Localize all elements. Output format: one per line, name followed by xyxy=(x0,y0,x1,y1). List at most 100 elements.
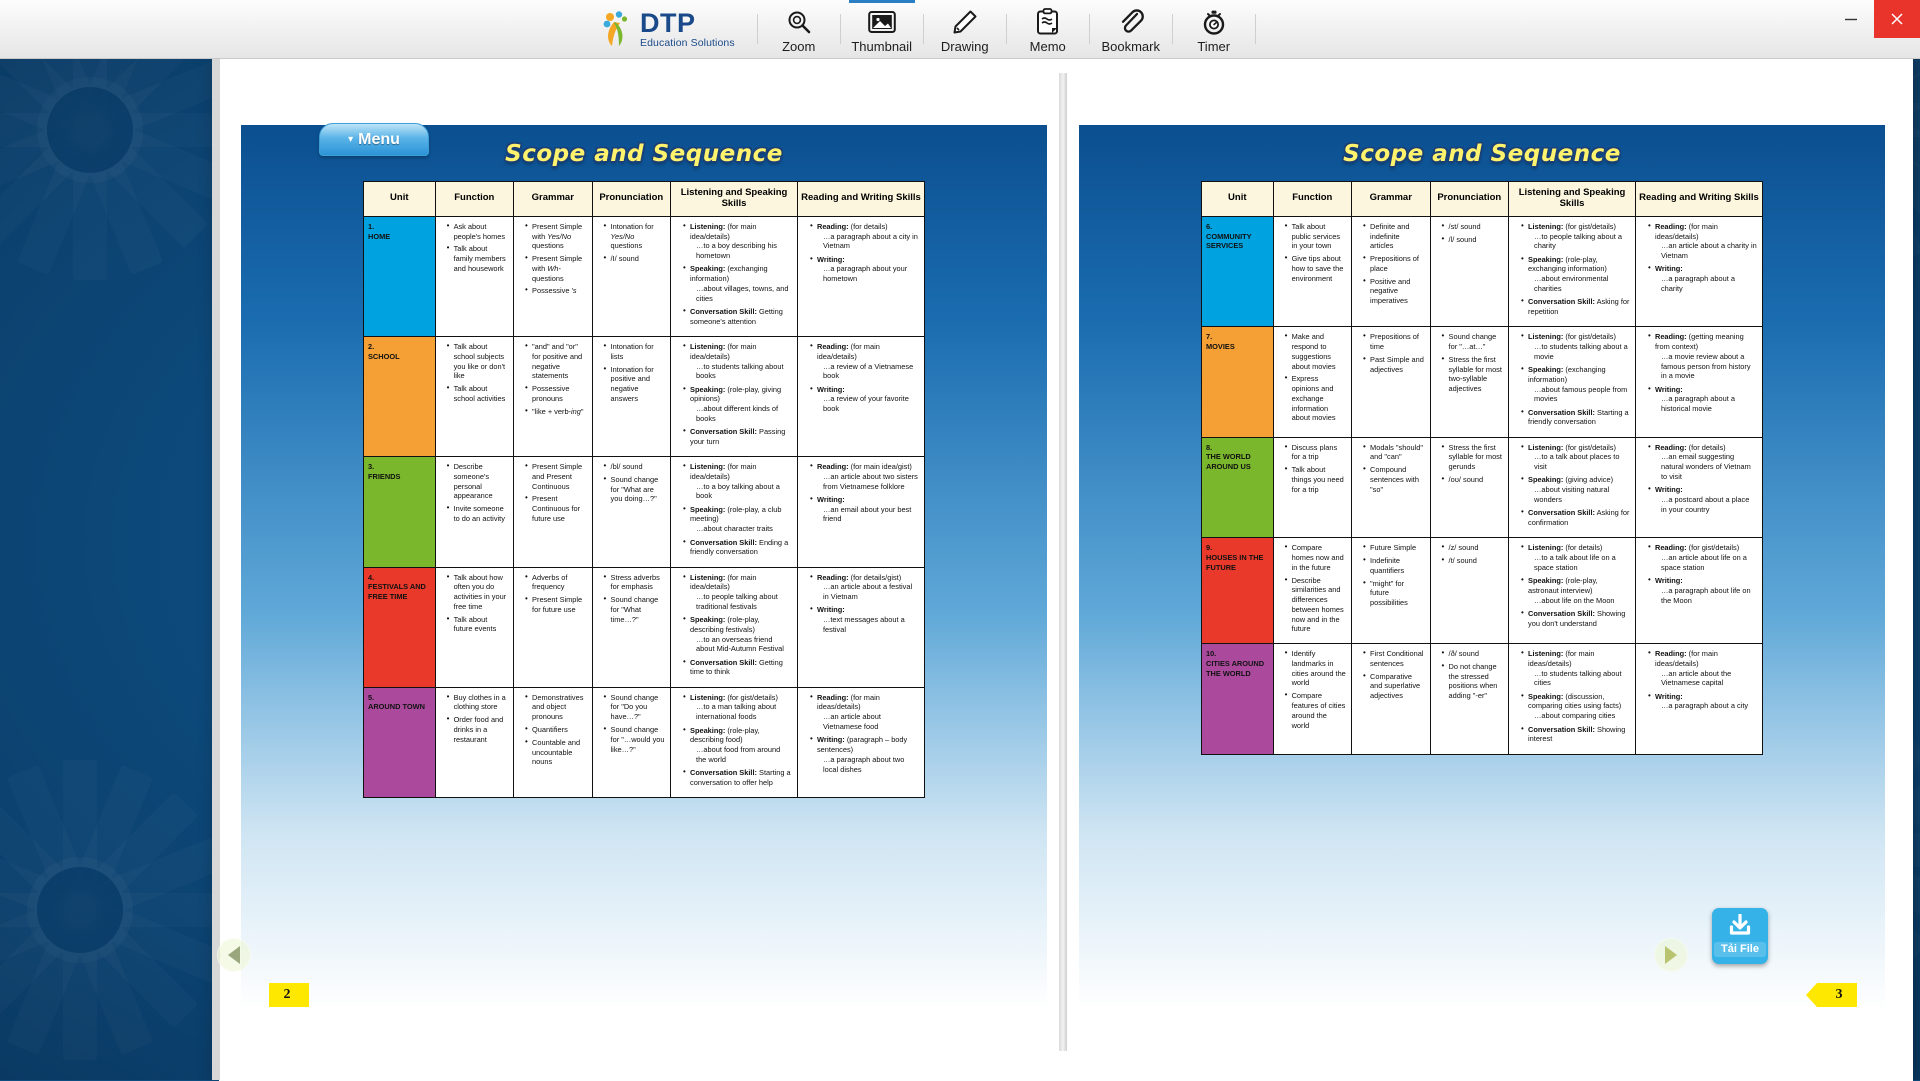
list-item: "like + verb-ing" xyxy=(525,406,586,417)
function-list: Make and respond to suggestions about mo… xyxy=(1278,331,1346,423)
list-item: Stress adverbs for emphasis xyxy=(604,572,665,593)
unit-cell: 6. COMMUNITY SERVICES xyxy=(1201,215,1274,328)
list-item: Conversation Skill: Getting someone's at… xyxy=(683,306,792,327)
toolbar-button-bookmark[interactable]: Bookmark xyxy=(1090,0,1172,58)
toolbar-button-timer[interactable]: Timer xyxy=(1173,0,1255,58)
list-item: Quantifiers xyxy=(525,724,586,735)
page-number-left: 2 xyxy=(269,983,309,1007)
book-page-left[interactable]: ▾ Menu Scope and Sequence Unit Function Gr… xyxy=(229,73,1059,1051)
list-item: /t/ sound xyxy=(1442,555,1503,566)
reading-list: Reading: (for main ideas/details)…an art… xyxy=(1640,648,1757,711)
next-page-button[interactable] xyxy=(1654,938,1688,972)
list-item: Listening: (for gist/details)…to people … xyxy=(1521,221,1630,251)
column-header-right-0: Unit xyxy=(1201,181,1274,217)
column-header-right-3: Pronunciation xyxy=(1429,181,1510,217)
list-item: Reading: (for details)…a paragraph about… xyxy=(810,221,919,251)
minimize-button[interactable] xyxy=(1828,0,1874,38)
book-spine xyxy=(1059,73,1067,1051)
reading-list: Reading: (for main idea/details)…a revie… xyxy=(802,341,919,414)
pronunciation-list: Intonation for listsIntonation for posit… xyxy=(597,341,665,404)
listening-speaking-cell: Listening: (for gist/details)…to a man t… xyxy=(670,686,798,799)
list-item: Sound change for "What are you doing…?" xyxy=(604,474,665,504)
grammar-cell: First Conditional sentencesComparative a… xyxy=(1351,643,1431,755)
list-item: Speaking: (exchanging information)…about… xyxy=(683,263,792,303)
function-cell: Describe someone's personal appearanceIn… xyxy=(434,456,515,568)
reading-writing-cell: Reading: (for main ideas/details)…an art… xyxy=(1634,215,1764,328)
list-item: Writing:…a paragraph about life on the M… xyxy=(1648,575,1757,605)
list-item: Discuss plans for a trip xyxy=(1285,442,1346,463)
list-item: Describe similarities and differences be… xyxy=(1285,575,1346,635)
window-left-edge xyxy=(212,59,220,1080)
list-item: Reading: (getting meaning from context)…… xyxy=(1648,331,1757,381)
reading-list: Reading: (for details)…an email suggesti… xyxy=(1640,442,1757,515)
book-page-right[interactable]: Scope and Sequence Unit Function Grammar Pr… xyxy=(1067,73,1897,1051)
list-item: Conversation Skill: Showing interest xyxy=(1521,724,1630,745)
list-item: Reading: (for main idea/gist)…an article… xyxy=(810,461,919,491)
function-cell: Ask about people's homesTalk about famil… xyxy=(434,215,515,338)
grammar-cell: Demonstratives and object pronouns Quanti… xyxy=(513,686,593,799)
list-item: Stress the first syllable for most gerun… xyxy=(1442,442,1503,472)
list-item: Sound change for "…at…" xyxy=(1442,331,1503,352)
grammar-cell: Prepositions of timePast Simple and adje… xyxy=(1351,326,1431,438)
toolbar-button-memo[interactable]: Memo xyxy=(1007,0,1089,58)
list-item: Reading: (for main idea/details)…a revie… xyxy=(810,341,919,381)
list-item: Reading: (for gist/details)…an article a… xyxy=(1648,542,1757,572)
listening-list: Listening: (for main idea/details)…to a … xyxy=(675,461,792,557)
list-item: Sound change for "Do you have…?" xyxy=(604,692,665,722)
toolbar-button-thumbnail[interactable]: Thumbnail xyxy=(841,0,923,58)
list-item: Present Simple with Yes/No questions xyxy=(525,221,586,251)
table-row: 7.MOVIES Make and respond to suggestions … xyxy=(1201,326,1764,438)
grammar-list: "and" and "or" for positive and negative… xyxy=(518,341,586,417)
function-list: Describe someone's personal appearanceIn… xyxy=(440,461,508,524)
list-item: Comparative and superlative adjectives xyxy=(1363,671,1424,701)
listening-speaking-cell: Listening: (for details)…to a talk about… xyxy=(1508,537,1636,645)
function-cell: Compare homes now and in the futureDescr… xyxy=(1272,537,1353,645)
reading-list: Reading: (for main ideas/details)…an art… xyxy=(1640,221,1757,294)
menu-tab-button[interactable]: ▾ Menu xyxy=(319,123,429,156)
function-list: Talk about school subjects you like or d… xyxy=(440,341,508,404)
list-item: Conversation Skill: Asking for repetitio… xyxy=(1521,296,1630,317)
unit-cell: 2. SCHOOL xyxy=(363,335,436,458)
toolbar-button-drawing[interactable]: Drawing xyxy=(924,0,1006,58)
table-row: 5.AROUND TOWNBuy clothes in a clothing s… xyxy=(363,686,926,799)
brand-tagline: Education Solutions xyxy=(640,37,735,50)
table-row: 8.THE WORLD AROUND USDiscuss plans for a… xyxy=(1201,436,1764,539)
toolbar-button-zoom[interactable]: Zoom xyxy=(758,0,840,58)
reading-writing-cell: Reading: (for details)…a paragraph about… xyxy=(796,215,926,338)
list-item: Conversation Skill: Showing you don't un… xyxy=(1521,608,1630,629)
list-item: Intonation for lists xyxy=(604,341,665,362)
list-item: Conversation Skill: Asking for confirmat… xyxy=(1521,507,1630,528)
list-item: Speaking: (role-play, exchanging informa… xyxy=(1521,254,1630,294)
list-item: Order food and drinks in a restaurant xyxy=(447,714,508,744)
toolbar-label-thumbnail: Thumbnail xyxy=(851,38,913,54)
reading-writing-cell: Reading: (getting meaning from context)…… xyxy=(1634,326,1764,438)
list-item: Listening: (for main idea/details)…to st… xyxy=(683,341,792,381)
scope-sequence-table: Unit Function Grammar Pronunciation Listenin… xyxy=(363,181,926,799)
clipboard-note-icon xyxy=(1036,7,1060,37)
list-item: Intonation for positive and negative ans… xyxy=(604,364,665,404)
list-item: Listening: (for main idea/details)…to a … xyxy=(683,461,792,501)
pronunciation-cell: /ð/ sound Do not change the stressed posi… xyxy=(1429,643,1510,755)
app-toolbar: DTP Education Solutions Zoom Thumbnail D… xyxy=(0,0,1920,59)
page-right-content: Scope and Sequence Unit Function Grammar Pr… xyxy=(1079,125,1885,1011)
list-item: Possessive 's xyxy=(525,285,586,296)
list-item: Listening: (for gist/details)…to a man t… xyxy=(683,692,792,722)
function-list: Compare homes now and in the futureDescr… xyxy=(1278,542,1346,635)
window-controls xyxy=(1828,0,1920,58)
list-item: Present Simple and Present Continuous xyxy=(525,461,586,491)
list-item: Listening: (for gist/details)…to a talk … xyxy=(1521,442,1630,472)
list-item: Prepositions of place xyxy=(1363,253,1424,274)
download-file-button[interactable]: Tải File xyxy=(1712,908,1768,964)
listening-speaking-cell: Listening: (for main idea/details)…to a … xyxy=(670,215,798,338)
unit-cell: 1. HOME xyxy=(363,215,436,338)
listening-list: Listening: (for gist/details)…to student… xyxy=(1513,331,1630,427)
scope-sequence-table-right: Unit Function Grammar Pronunciation Listenin… xyxy=(1079,181,1885,755)
previous-page-button[interactable] xyxy=(217,938,251,972)
list-item: Invite someone to do an activity xyxy=(447,503,508,524)
pronunciation-cell: Sound change for "…at…"Stress the first … xyxy=(1429,326,1510,438)
column-header-left-0: Unit xyxy=(363,181,436,217)
unit-cell: 4. FESTIVALS AND FREE TIME xyxy=(363,566,436,688)
pronunciation-list: /z/ sound/t/ sound xyxy=(1435,542,1503,566)
pronunciation-cell: Sound change for "Do you have…?"Sound ch… xyxy=(591,686,672,799)
close-button[interactable] xyxy=(1874,0,1920,38)
